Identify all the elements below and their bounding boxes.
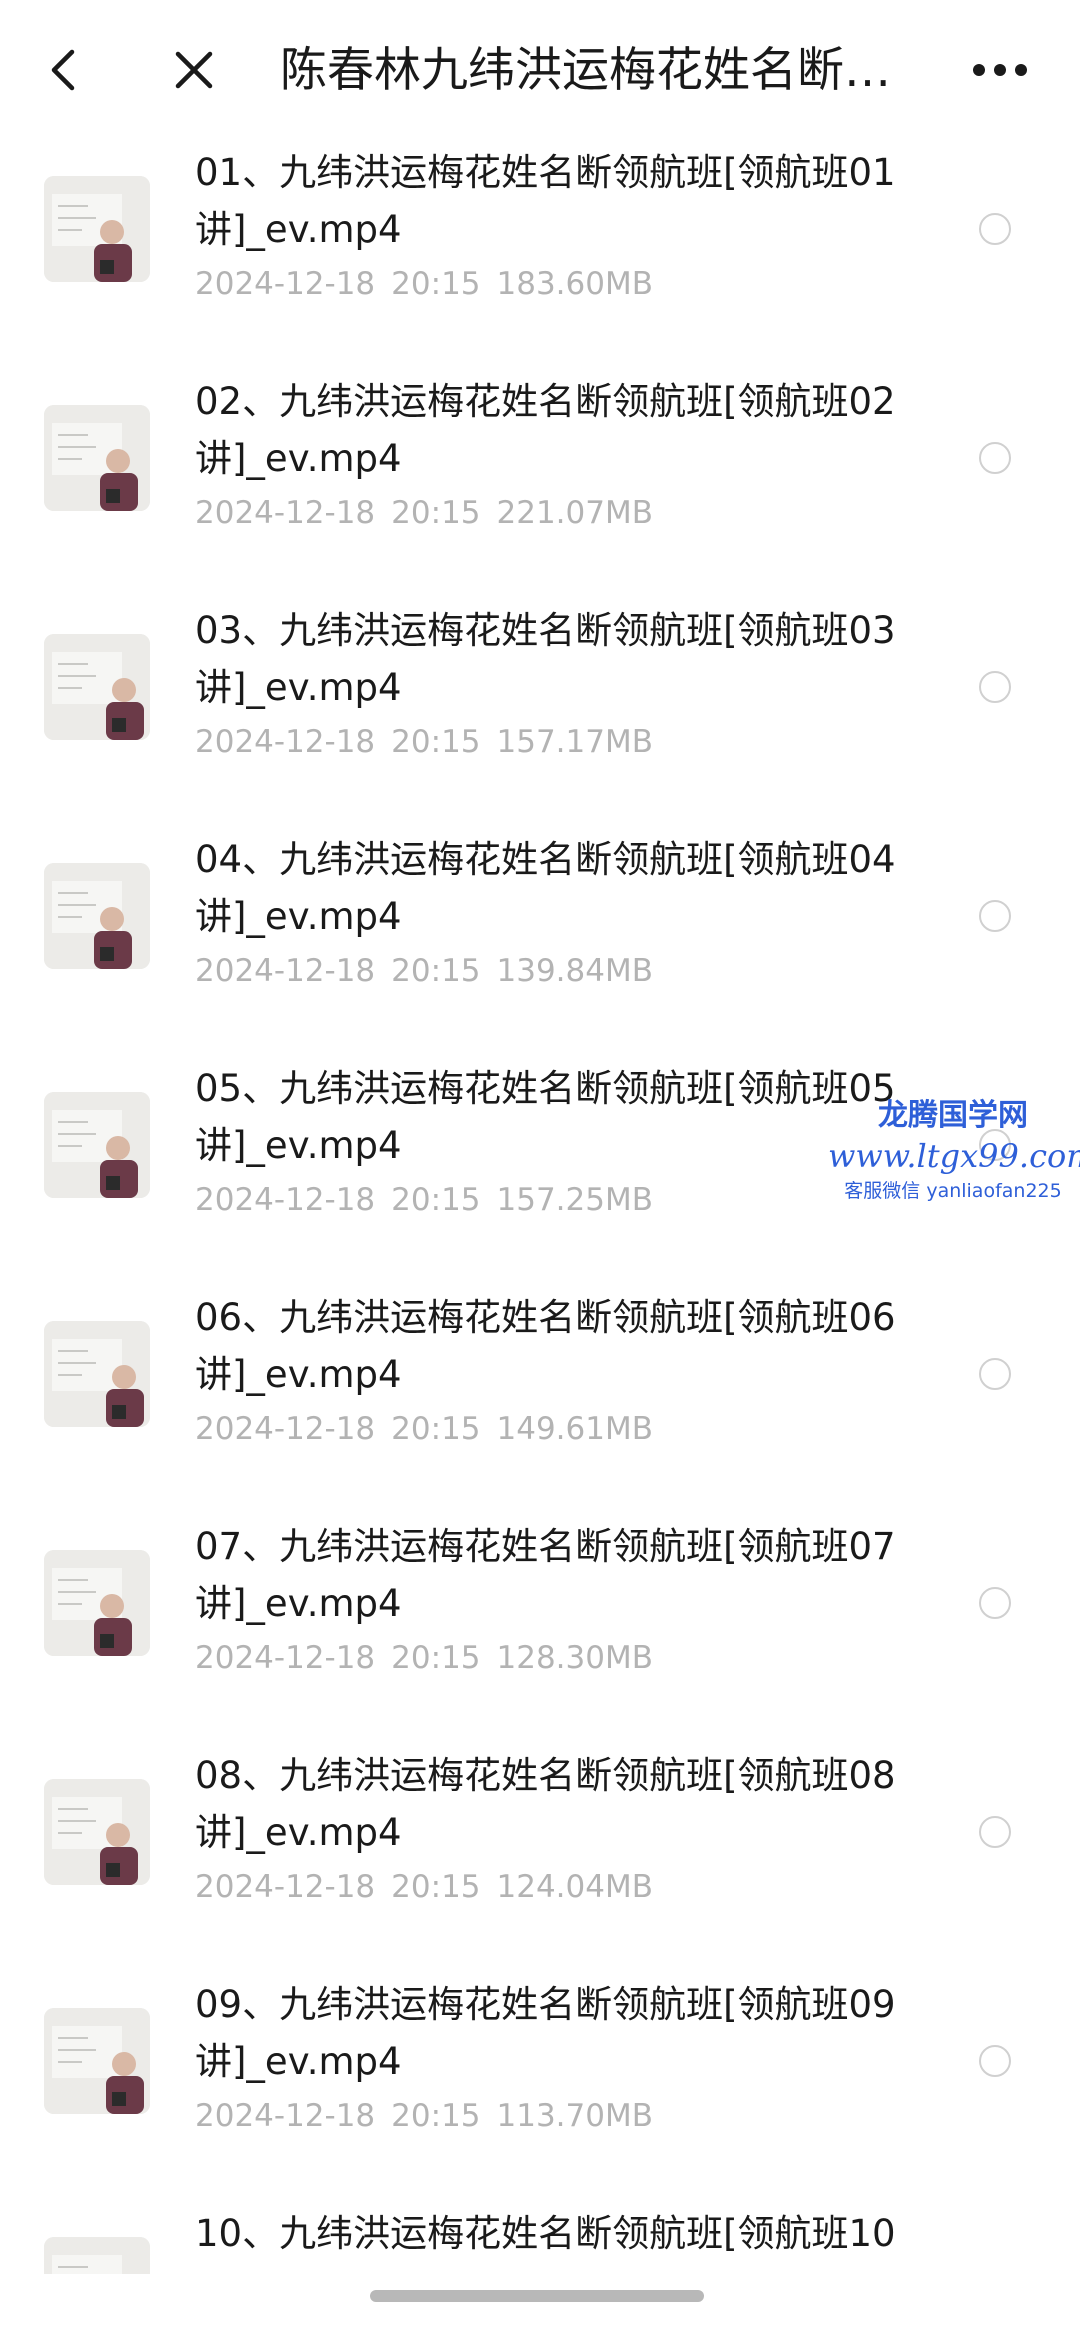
video-thumbnail [44,2237,150,2274]
watermark: 龙腾国学网 www.ltgx99.com 客服微信 yanliaofan225 [828,1096,1080,1206]
select-radio[interactable] [979,1358,1011,1390]
file-size: 157.25MB [496,1182,653,1218]
file-meta: 2024-12-18 20:15 221.07MB [195,493,895,533]
file-name: 10、九纬洪运梅花姓名断领航班[领航班10 [195,2212,896,2255]
file-size: 221.07MB [496,495,653,531]
file-list-item[interactable]: 04、九纬洪运梅花姓名断领航班[领航班04讲]_ev.mp4 2024-12-18… [0,829,1080,1058]
file-name: 04、九纬洪运梅花姓名断领航班[领航班04讲]_ev.mp4 [195,838,896,938]
file-date: 2024-12-18 [195,2098,376,2134]
file-meta: 2024-12-18 20:15 149.61MB [195,1409,895,1449]
file-name: 01、九纬洪运梅花姓名断领航班[领航班01讲]_ev.mp4 [195,151,896,251]
watermark-contact: 客服微信 yanliaofan225 [844,1180,1062,1202]
file-meta: 2024-12-18 20:15 113.70MB [195,2096,895,2136]
select-radio[interactable] [979,671,1011,703]
file-name: 06、九纬洪运梅花姓名断领航班[领航班06讲]_ev.mp4 [195,1296,896,1396]
file-size: 149.61MB [496,1411,653,1447]
file-meta: 2024-12-18 20:15 157.25MB [195,1180,895,1220]
video-thumbnail-icon [44,1321,150,1427]
watermark-url: www.ltgx99.com [828,1137,1080,1175]
file-list-item[interactable]: 09、九纬洪运梅花姓名断领航班[领航班09讲]_ev.mp4 2024-12-18… [0,1974,1080,2203]
video-thumbnail [44,1779,150,1885]
file-date: 2024-12-18 [195,724,376,760]
file-list-item[interactable]: 10、九纬洪运梅花姓名断领航班[领航班10 [0,2203,1080,2274]
file-time: 20:15 [391,266,481,302]
file-time: 20:15 [391,1640,481,1676]
file-time: 20:15 [391,1182,481,1218]
file-name: 09、九纬洪运梅花姓名断领航班[领航班09讲]_ev.mp4 [195,1983,896,2083]
file-meta: 2024-12-18 20:15 139.84MB [195,951,895,991]
file-meta: 2024-12-18 20:15 157.17MB [195,722,895,762]
select-radio[interactable] [979,900,1011,932]
home-indicator[interactable] [370,2290,704,2302]
top-bar: 陈春林九纬洪运梅花姓名断领航班 [0,0,1080,140]
video-thumbnail-icon [44,2008,150,2114]
file-date: 2024-12-18 [195,495,376,531]
select-radio[interactable] [979,2045,1011,2077]
more-horizontal-icon [973,64,1027,76]
file-size: 183.60MB [496,266,653,302]
video-thumbnail [44,863,150,969]
watermark-site-name: 龙腾国学网 [878,1098,1028,1133]
file-date: 2024-12-18 [195,1182,376,1218]
file-list-item[interactable]: 08、九纬洪运梅花姓名断领航班[领航班08讲]_ev.mp4 2024-12-18… [0,1745,1080,1974]
file-list-item[interactable]: 03、九纬洪运梅花姓名断领航班[领航班03讲]_ev.mp4 2024-12-18… [0,600,1080,829]
select-radio[interactable] [979,213,1011,245]
close-button[interactable] [154,30,234,110]
video-thumbnail-icon [44,1779,150,1885]
file-list-item[interactable]: 01、九纬洪运梅花姓名断领航班[领航班01讲]_ev.mp4 2024-12-18… [0,142,1080,371]
back-button[interactable] [24,30,104,110]
file-name: 05、九纬洪运梅花姓名断领航班[领航班05讲]_ev.mp4 [195,1067,896,1167]
video-thumbnail [44,1550,150,1656]
video-thumbnail-icon [44,176,150,282]
file-time: 20:15 [391,1869,481,1905]
file-size: 124.04MB [496,1869,653,1905]
select-radio[interactable] [979,1816,1011,1848]
file-name: 07、九纬洪运梅花姓名断领航班[领航班07讲]_ev.mp4 [195,1525,896,1625]
close-icon [175,51,213,89]
video-thumbnail [44,176,150,282]
more-button[interactable] [960,30,1040,110]
file-size: 139.84MB [496,953,653,989]
file-date: 2024-12-18 [195,1869,376,1905]
file-name: 08、九纬洪运梅花姓名断领航班[领航班08讲]_ev.mp4 [195,1754,896,1854]
file-meta: 2024-12-18 20:15 183.60MB [195,264,895,304]
file-meta: 2024-12-18 20:15 128.30MB [195,1638,895,1678]
file-date: 2024-12-18 [195,953,376,989]
select-radio[interactable] [979,442,1011,474]
file-date: 2024-12-18 [195,266,376,302]
video-thumbnail-icon [44,863,150,969]
select-radio[interactable] [979,1587,1011,1619]
video-thumbnail [44,1092,150,1198]
file-time: 20:15 [391,724,481,760]
video-thumbnail-icon [44,405,150,511]
video-thumbnail [44,405,150,511]
chevron-left-icon [51,49,75,91]
file-name: 02、九纬洪运梅花姓名断领航班[领航班02讲]_ev.mp4 [195,380,896,480]
video-thumbnail-icon [44,2237,150,2274]
video-thumbnail [44,1321,150,1427]
file-date: 2024-12-18 [195,1411,376,1447]
file-meta: 2024-12-18 20:15 124.04MB [195,1867,895,1907]
video-thumbnail [44,2008,150,2114]
file-time: 20:15 [391,953,481,989]
file-name: 03、九纬洪运梅花姓名断领航班[领航班03讲]_ev.mp4 [195,609,896,709]
page-title: 陈春林九纬洪运梅花姓名断领航班 [280,43,900,98]
video-thumbnail-icon [44,1092,150,1198]
file-size: 113.70MB [496,2098,653,2134]
file-time: 20:15 [391,1411,481,1447]
file-time: 20:15 [391,495,481,531]
file-time: 20:15 [391,2098,481,2134]
file-date: 2024-12-18 [195,1640,376,1676]
file-list[interactable]: 01、九纬洪运梅花姓名断领航班[领航班01讲]_ev.mp4 2024-12-18… [0,140,1080,2274]
video-thumbnail-icon [44,1550,150,1656]
file-size: 157.17MB [496,724,653,760]
video-thumbnail-icon [44,634,150,740]
video-thumbnail [44,634,150,740]
file-size: 128.30MB [496,1640,653,1676]
file-list-item[interactable]: 06、九纬洪运梅花姓名断领航班[领航班06讲]_ev.mp4 2024-12-18… [0,1287,1080,1516]
file-list-item[interactable]: 02、九纬洪运梅花姓名断领航班[领航班02讲]_ev.mp4 2024-12-18… [0,371,1080,600]
file-list-item[interactable]: 07、九纬洪运梅花姓名断领航班[领航班07讲]_ev.mp4 2024-12-18… [0,1516,1080,1745]
